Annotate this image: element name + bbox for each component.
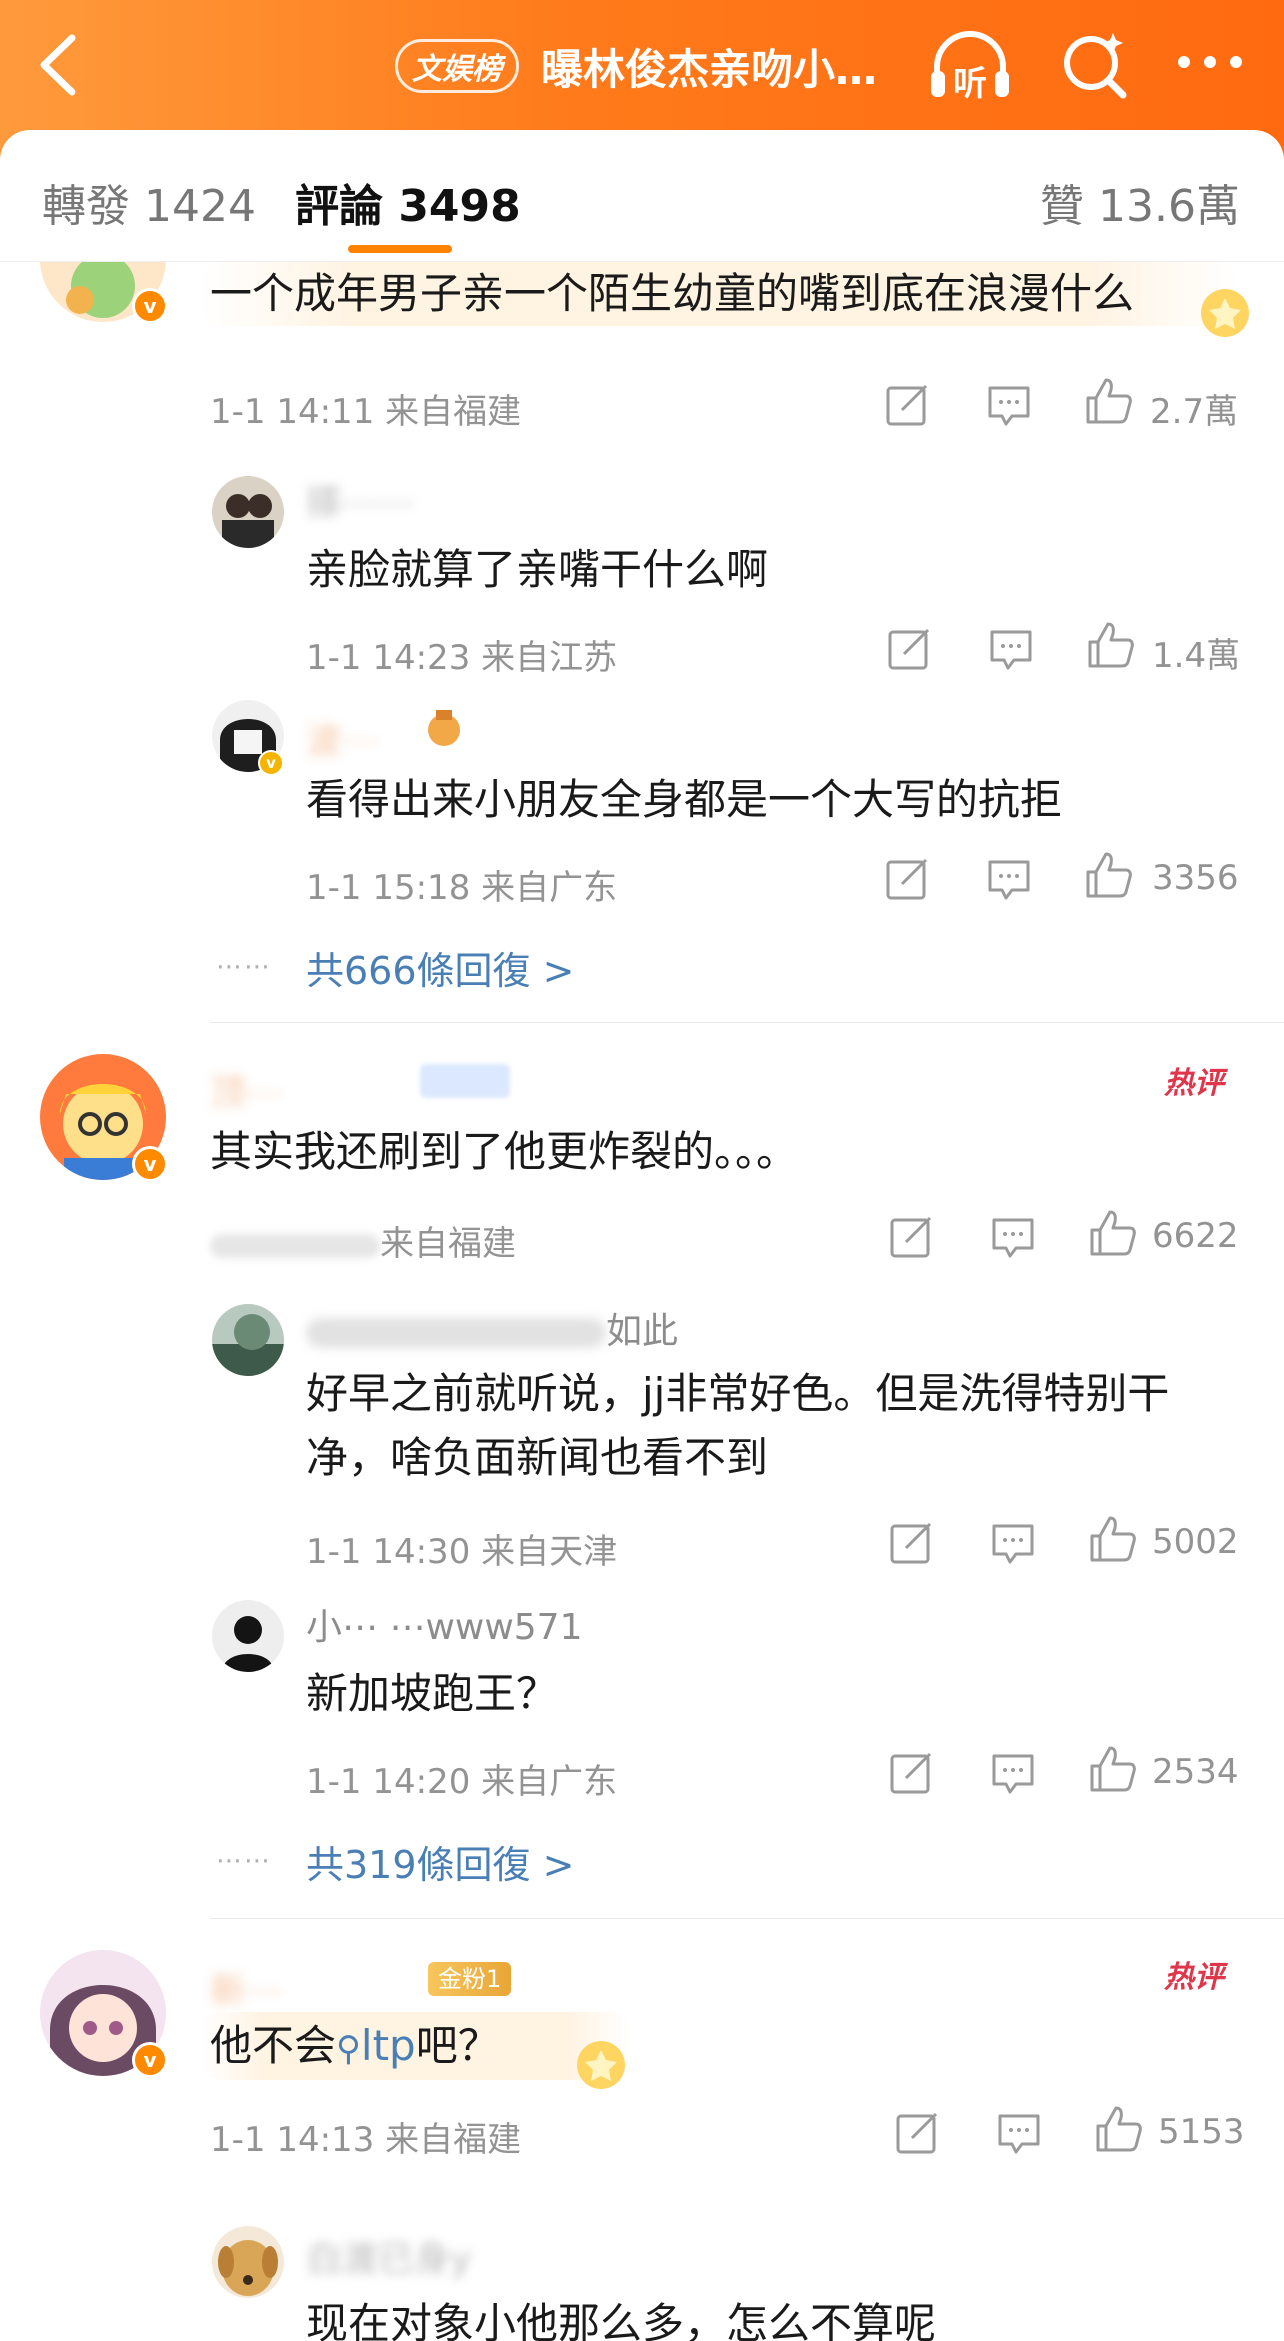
reply-text-line2: 净，啥负面新闻也看不到 — [306, 1433, 769, 1482]
comment-icon[interactable] — [988, 1518, 1038, 1568]
listen-button[interactable]: 听 — [925, 25, 1015, 105]
more-button[interactable] — [1170, 30, 1250, 100]
tab-bar: 轉發 1424 評論 3498 贊 13.6萬 — [0, 130, 1284, 262]
comment-icon[interactable] — [994, 2108, 1044, 2158]
search-button[interactable] — [1055, 25, 1135, 105]
comment-icon[interactable] — [988, 1212, 1038, 1262]
back-arrow-icon[interactable] — [30, 30, 90, 100]
fan-badge: 金粉1 — [428, 1962, 512, 1996]
comment-username[interactable]: 顶⋯ — [210, 1064, 282, 1116]
fan-medal-icon — [420, 704, 468, 756]
repost-icon[interactable] — [884, 624, 934, 674]
reply-username[interactable]: 如此 — [306, 1302, 678, 1354]
comment-icon[interactable] — [984, 380, 1034, 430]
like-icon[interactable] — [1088, 1514, 1138, 1564]
hot-comment-badge: 热评 — [1164, 1066, 1224, 1101]
reply-text: 看得出来小朋友全身都是一个大写的抗拒 — [306, 775, 1063, 824]
reply-username[interactable]: 搽⋯⋯ — [306, 474, 414, 526]
fan-badge — [420, 1064, 510, 1098]
tab-likes[interactable]: 贊 13.6萬 — [1040, 170, 1240, 234]
comment-location: 来自福建 — [380, 1224, 516, 1264]
reply-text: 新加坡跑王？ — [306, 1669, 559, 1718]
more-icon — [1178, 56, 1242, 68]
verified-badge-icon: v — [258, 750, 284, 776]
listen-label: 听 — [953, 64, 987, 104]
more-replies-dots: ⋯⋯ — [216, 1846, 272, 1876]
more-replies-dots: ⋯⋯ — [216, 952, 272, 982]
comment-meta: 来自福建 — [210, 1216, 516, 1265]
repost-icon[interactable] — [886, 1518, 936, 1568]
comment-text: 一个成年男子亲一个陌生幼童的嘴到底在浪漫什么 — [210, 269, 1135, 318]
reply-text-line1: 好早之前就听说，jj非常好色。但是洗得特别干 — [306, 1369, 1170, 1418]
comment-text: 其实我还刷到了他更炸裂的。。。 — [210, 1127, 799, 1176]
verified-badge-icon: v — [132, 2042, 168, 2078]
page-title: 曝林俊杰亲吻小… — [541, 44, 878, 94]
repost-icon[interactable] — [882, 854, 932, 904]
like-count: 3356 — [1152, 858, 1239, 898]
like-count: 1.4萬 — [1152, 636, 1241, 676]
like-icon[interactable] — [1086, 620, 1136, 670]
medal-icon — [572, 2036, 630, 2098]
reply-meta: 1-1 14:20 来自广东 — [306, 1762, 618, 1802]
comment-feed[interactable]: v 一个成年男子亲一个陌生幼童的嘴到底在浪漫什么 1-1 14:11 来自福建 … — [0, 262, 1284, 2341]
reply-username[interactable]: 白渡已身y — [306, 2230, 471, 2282]
avatar[interactable] — [212, 1600, 284, 1672]
divider — [210, 1918, 1284, 1919]
search-icon — [1064, 33, 1127, 99]
hot-comment-badge: 热评 — [1164, 1960, 1224, 1995]
repost-icon[interactable] — [886, 1748, 936, 1798]
comment-username[interactable]: 新⋯ — [210, 1962, 282, 2014]
like-icon[interactable] — [1088, 1208, 1138, 1258]
listen-icon: 听 — [931, 31, 1009, 104]
repost-icon[interactable] — [886, 1212, 936, 1262]
tab-active-indicator — [348, 245, 452, 253]
tab-comments[interactable]: 評論 3498 — [295, 170, 521, 234]
reply-meta: 1-1 15:18 来自广东 — [306, 868, 618, 908]
medal-icon — [1196, 284, 1254, 346]
reply-username[interactable]: 小⋯ ⋯www571 — [306, 1598, 583, 1650]
reply-meta: 1-1 14:30 来自天津 — [306, 1532, 618, 1572]
repost-icon[interactable] — [882, 380, 932, 430]
comment-icon[interactable] — [988, 1748, 1038, 1798]
comment-icon[interactable] — [984, 854, 1034, 904]
avatar[interactable] — [212, 476, 284, 548]
verified-badge-icon: v — [132, 1146, 168, 1182]
divider — [210, 1022, 1284, 1023]
avatar[interactable] — [212, 1304, 284, 1376]
like-count: 5153 — [1158, 2112, 1245, 2152]
like-count: 6622 — [1152, 1216, 1239, 1256]
comment-meta: 1-1 14:13 来自福建 — [210, 2120, 522, 2160]
like-icon[interactable] — [1084, 376, 1134, 426]
title-area[interactable]: 文娱榜 曝林俊杰亲吻小… — [395, 36, 877, 96]
comment-text: 他不会⚲ltp吧？ — [210, 2021, 500, 2070]
search-topic-link[interactable]: ⚲ltp — [336, 2021, 416, 2070]
reply-text: 现在对象小他那么多，怎么不算呢 — [306, 2299, 937, 2341]
more-replies-link[interactable]: 共319條回復 > — [306, 1834, 574, 1889]
like-count: 5002 — [1152, 1522, 1239, 1562]
like-icon[interactable] — [1088, 1744, 1138, 1794]
like-icon[interactable] — [1084, 850, 1134, 900]
repost-icon[interactable] — [892, 2108, 942, 2158]
rank-badge: 文娱榜 — [395, 39, 519, 93]
search-icon: ⚲ — [336, 2029, 361, 2069]
verified-badge-icon: v — [132, 288, 168, 324]
reply-meta: 1-1 14:23 来自江苏 — [306, 638, 618, 678]
comment-icon[interactable] — [986, 624, 1036, 674]
comment-meta: 1-1 14:11 来自福建 — [210, 392, 522, 432]
reply-text: 亲脸就算了亲嘴干什么啊 — [306, 545, 769, 594]
like-count: 2534 — [1152, 1752, 1239, 1792]
like-icon[interactable] — [1094, 2104, 1144, 2154]
avatar[interactable] — [212, 2226, 284, 2298]
reply-username[interactable]: 波⋯ — [306, 712, 378, 764]
more-replies-link[interactable]: 共666條回復 > — [306, 940, 574, 995]
like-count: 2.7萬 — [1150, 392, 1239, 432]
tab-reposts[interactable]: 轉發 1424 — [42, 170, 256, 234]
